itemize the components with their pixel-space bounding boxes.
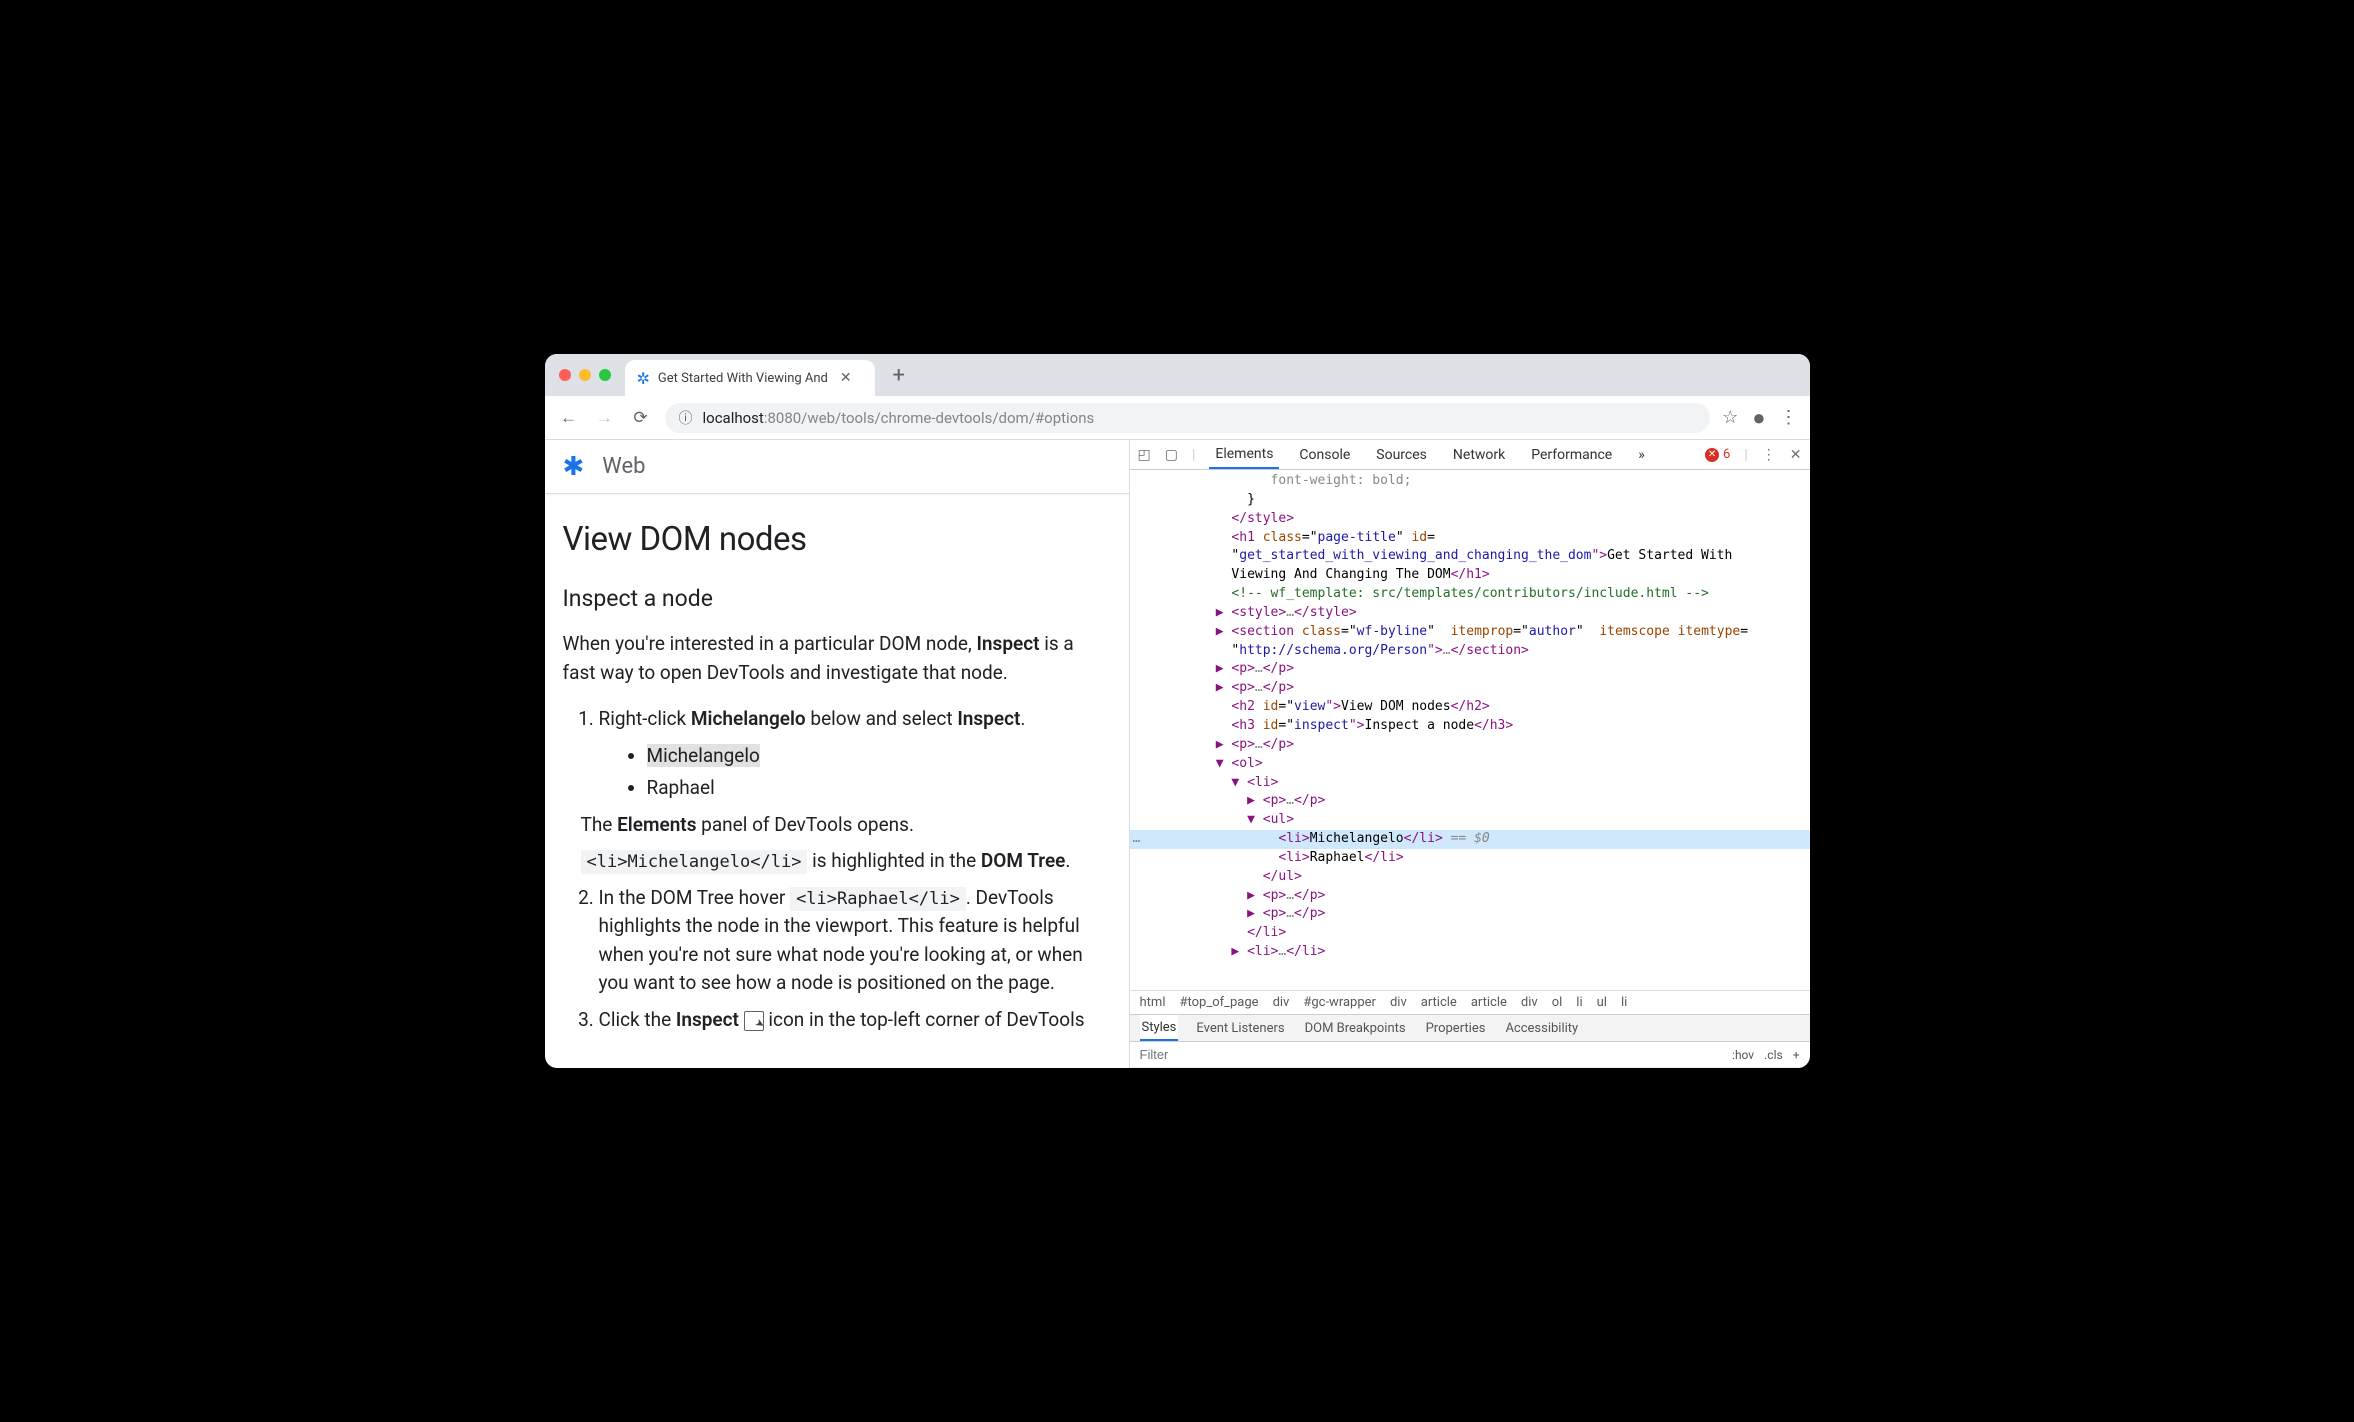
- maximize-window-button[interactable]: [599, 369, 611, 381]
- tab-console[interactable]: Console: [1293, 440, 1356, 469]
- url-input[interactable]: ⓘ localhost:8080/web/tools/chrome-devtoo…: [665, 403, 1711, 433]
- breadcrumb-item[interactable]: #gc-wrapper: [1303, 995, 1376, 1010]
- new-style-rule-button[interactable]: +: [1793, 1048, 1800, 1062]
- breadcrumb-item[interactable]: article: [1421, 995, 1457, 1010]
- breadcrumb-item[interactable]: #top_of_page: [1179, 995, 1258, 1010]
- breadcrumb-item[interactable]: ol: [1552, 995, 1563, 1010]
- toolbar-right: ☆ ● ⋮: [1722, 405, 1797, 431]
- webpage-panel: ✱ Web View DOM nodes Inspect a node When…: [545, 440, 1130, 1068]
- reload-button[interactable]: ⟳: [629, 408, 653, 428]
- tab-sources[interactable]: Sources: [1370, 440, 1433, 469]
- devtools-panel: ◰ ▢ | Elements Console Sources Network P…: [1130, 440, 1810, 1068]
- styles-tab-styles[interactable]: Styles: [1140, 1015, 1179, 1041]
- error-count[interactable]: ✕ 6: [1705, 447, 1730, 462]
- site-logo-icon: ✱: [563, 452, 585, 482]
- cls-toggle[interactable]: .cls: [1764, 1048, 1783, 1062]
- more-tabs-button[interactable]: »: [1632, 440, 1651, 469]
- address-bar: ← → ⟳ ⓘ localhost:8080/web/tools/chrome-…: [545, 396, 1810, 440]
- elements-tree[interactable]: font-weight: bold; } </style> <h1 class=…: [1130, 470, 1810, 990]
- breadcrumb-item[interactable]: li: [1621, 995, 1627, 1010]
- favicon-icon: ✲: [637, 369, 650, 388]
- devtools-menu-icon[interactable]: ⋮: [1762, 447, 1776, 463]
- styles-filter-input[interactable]: [1140, 1047, 1723, 1062]
- devtools-toolbar: ◰ ▢ | Elements Console Sources Network P…: [1130, 440, 1810, 470]
- breadcrumb-item[interactable]: ul: [1597, 995, 1607, 1010]
- step-2: In the DOM Tree hover <li>Raphael</li>. …: [599, 884, 1111, 998]
- tab-bar: ✲ Get Started With Viewing And ✕ +: [545, 354, 1810, 396]
- breadcrumb-item[interactable]: div: [1521, 995, 1538, 1010]
- tab-title: Get Started With Viewing And: [658, 371, 828, 386]
- browser-window: ✲ Get Started With Viewing And ✕ + ← → ⟳…: [545, 354, 1810, 1068]
- close-devtools-icon[interactable]: ✕: [1790, 447, 1802, 463]
- article-body: View DOM nodes Inspect a node When you'r…: [545, 494, 1129, 1042]
- forward-button[interactable]: →: [593, 408, 617, 428]
- breadcrumb-item[interactable]: div: [1273, 995, 1290, 1010]
- error-icon: ✕: [1705, 448, 1719, 462]
- breadcrumb-item[interactable]: div: [1390, 995, 1407, 1010]
- tab-performance[interactable]: Performance: [1525, 440, 1618, 469]
- inspect-element-icon[interactable]: ◰: [1138, 447, 1151, 463]
- styles-tab-bar: Styles Event Listeners DOM Breakpoints P…: [1130, 1014, 1810, 1042]
- hov-toggle[interactable]: :hov: [1732, 1048, 1754, 1062]
- tab-elements[interactable]: Elements: [1209, 440, 1279, 469]
- breadcrumb-item[interactable]: li: [1576, 995, 1582, 1010]
- styles-tab-event-listeners[interactable]: Event Listeners: [1194, 1015, 1286, 1041]
- breadcrumb-item[interactable]: article: [1471, 995, 1507, 1010]
- page-h1: View DOM nodes: [563, 520, 1111, 559]
- tab-network[interactable]: Network: [1447, 440, 1511, 469]
- list-item-michelangelo[interactable]: Michelangelo: [647, 742, 1111, 771]
- site-title: Web: [602, 454, 645, 479]
- new-tab-button[interactable]: +: [893, 363, 905, 388]
- minimize-window-button[interactable]: [579, 369, 591, 381]
- site-header: ✱ Web: [545, 440, 1129, 494]
- back-button[interactable]: ←: [557, 408, 581, 428]
- site-info-icon[interactable]: ⓘ: [679, 408, 693, 428]
- list-item-raphael[interactable]: Raphael: [647, 774, 1111, 803]
- window-controls: [555, 369, 611, 381]
- close-tab-button[interactable]: ✕: [840, 370, 852, 386]
- url-host: localhost:8080/web/tools/chrome-devtools…: [703, 409, 1095, 427]
- device-toolbar-icon[interactable]: ▢: [1165, 447, 1178, 463]
- example-list: Michelangelo Raphael: [599, 742, 1111, 803]
- styles-tab-properties[interactable]: Properties: [1424, 1015, 1488, 1041]
- styles-tab-dom-breakpoints[interactable]: DOM Breakpoints: [1303, 1015, 1408, 1041]
- instruction-list: Right-click Michelangelo below and selec…: [563, 705, 1111, 1034]
- close-window-button[interactable]: [559, 369, 571, 381]
- menu-icon[interactable]: ⋮: [1780, 407, 1798, 428]
- breadcrumb-trail[interactable]: html #top_of_page div #gc-wrapper div ar…: [1130, 990, 1810, 1014]
- styles-filter-bar: :hov .cls +: [1130, 1042, 1810, 1068]
- bookmark-icon[interactable]: ☆: [1722, 407, 1738, 428]
- profile-icon[interactable]: ●: [1752, 405, 1765, 431]
- styles-tab-accessibility[interactable]: Accessibility: [1503, 1015, 1580, 1041]
- step-1-note: The Elements panel of DevTools opens.: [581, 811, 1111, 840]
- step-1: Right-click Michelangelo below and selec…: [599, 705, 1111, 876]
- inspect-icon: [744, 1011, 764, 1031]
- step-3: Click the Inspect icon in the top-left c…: [599, 1006, 1111, 1035]
- breadcrumb-item[interactable]: html: [1140, 995, 1166, 1010]
- step-1-code-note: <li>Michelangelo</li> is highlighted in …: [581, 847, 1111, 876]
- intro-paragraph: When you're interested in a particular D…: [563, 630, 1111, 687]
- selected-node-row[interactable]: … <li>Michelangelo</li> == $0: [1130, 830, 1810, 849]
- page-h2: Inspect a node: [563, 585, 1111, 612]
- content-split: ✱ Web View DOM nodes Inspect a node When…: [545, 440, 1810, 1068]
- browser-tab[interactable]: ✲ Get Started With Viewing And ✕: [625, 360, 875, 396]
